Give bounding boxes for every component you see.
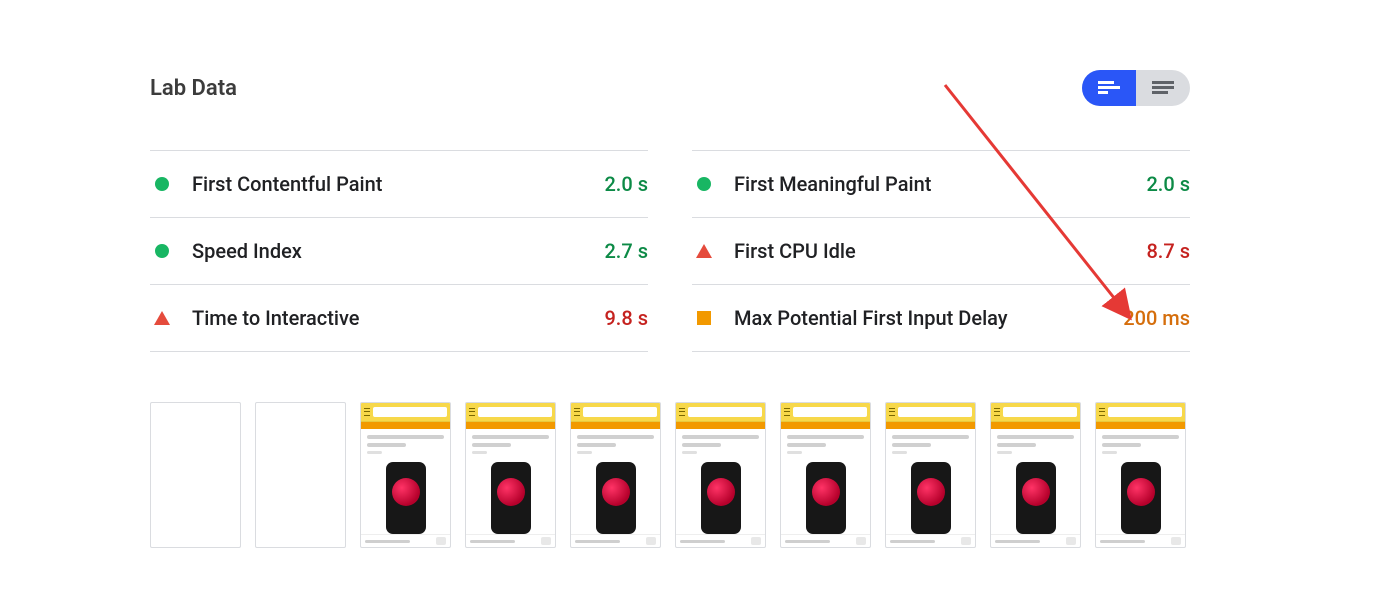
status-fail-icon (692, 244, 716, 258)
metric-label: First Meaningful Paint (734, 172, 1146, 196)
metrics-grid: First Contentful Paint 2.0 s Speed Index… (150, 150, 1190, 352)
metric-value: 8.7 s (1146, 239, 1190, 263)
metric-value: 2.0 s (604, 172, 648, 196)
metric-row[interactable]: First Meaningful Paint 2.0 s (692, 151, 1190, 218)
metric-label: Speed Index (192, 239, 604, 263)
lab-data-panel: Lab Data First Contentfu (150, 70, 1190, 548)
status-warn-icon (692, 311, 716, 325)
filmstrip-frame[interactable] (255, 402, 346, 548)
metric-row[interactable]: Speed Index 2.7 s (150, 218, 648, 285)
status-fail-icon (150, 311, 174, 325)
list-icon (1152, 81, 1174, 95)
metrics-col-right: First Meaningful Paint 2.0 s First CPU I… (692, 150, 1190, 352)
filmstrip-frame[interactable] (570, 402, 661, 548)
view-toggle[interactable] (1082, 70, 1190, 106)
header-row: Lab Data (150, 70, 1190, 106)
metric-label: First Contentful Paint (192, 172, 604, 196)
metric-label: Time to Interactive (192, 306, 604, 330)
metric-value: 2.0 s (1146, 172, 1190, 196)
metric-row[interactable]: Max Potential First Input Delay 200 ms (692, 285, 1190, 352)
metric-value: 9.8 s (604, 306, 648, 330)
metric-row[interactable]: Time to Interactive 9.8 s (150, 285, 648, 352)
filmstrip-frame[interactable] (1095, 402, 1186, 548)
filmstrip-frame[interactable] (885, 402, 976, 548)
filmstrip-frame[interactable] (780, 402, 871, 548)
metric-row[interactable]: First CPU Idle 8.7 s (692, 218, 1190, 285)
metric-value: 200 ms (1123, 306, 1190, 330)
metric-label: Max Potential First Input Delay (734, 306, 1123, 330)
filmstrip-frame[interactable] (150, 402, 241, 548)
metric-value: 2.7 s (604, 239, 648, 263)
filmstrip-frame[interactable] (675, 402, 766, 548)
metric-label: First CPU Idle (734, 239, 1146, 263)
filmstrip-frame[interactable] (990, 402, 1081, 548)
metric-row[interactable]: First Contentful Paint 2.0 s (150, 151, 648, 218)
status-pass-icon (150, 177, 174, 191)
status-pass-icon (692, 177, 716, 191)
view-toggle-gauge[interactable] (1082, 70, 1136, 106)
status-pass-icon (150, 244, 174, 258)
filmstrip (150, 402, 1190, 548)
filmstrip-frame[interactable] (360, 402, 451, 548)
gauge-icon (1098, 81, 1120, 95)
view-toggle-list[interactable] (1136, 70, 1190, 106)
section-title: Lab Data (150, 76, 237, 101)
filmstrip-frame[interactable] (465, 402, 556, 548)
metrics-col-left: First Contentful Paint 2.0 s Speed Index… (150, 150, 648, 352)
